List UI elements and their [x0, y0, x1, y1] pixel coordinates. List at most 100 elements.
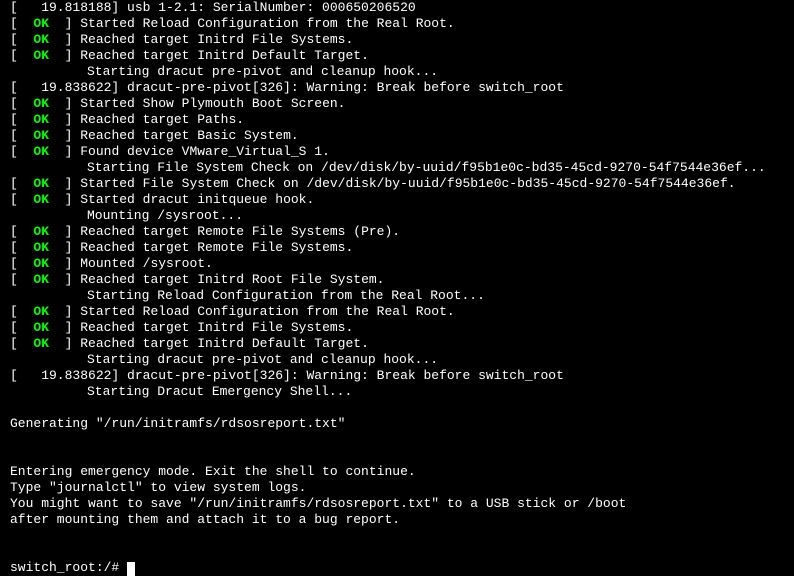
boot-line: Type "journalctl" to view system logs.: [10, 480, 784, 496]
status-ok: OK: [33, 304, 49, 320]
status-ok: OK: [33, 48, 49, 64]
status-bracket-open: [: [10, 336, 33, 352]
status-ok: OK: [33, 176, 49, 192]
boot-line: [ OK ] Reached target Basic System.: [10, 128, 784, 144]
boot-line: Starting Reload Configuration from the R…: [10, 288, 784, 304]
status-bracket-open: [: [10, 16, 33, 32]
status-bracket-open: [: [10, 272, 33, 288]
boot-line: Generating "/run/initramfs/rdsosreport.t…: [10, 416, 784, 432]
boot-message: Starting dracut pre-pivot and cleanup ho…: [87, 64, 438, 80]
status-bracket-close: ]: [49, 16, 80, 32]
status-ok: OK: [33, 112, 49, 128]
boot-line: [10, 528, 784, 544]
status-ok: OK: [33, 336, 49, 352]
status-bracket-open: [: [10, 96, 33, 112]
boot-line: [ 19.838622] dracut-pre-pivot[326]: Warn…: [10, 80, 784, 96]
boot-line: Entering emergency mode. Exit the shell …: [10, 464, 784, 480]
boot-message: Reached target Paths.: [80, 112, 244, 128]
status-bracket-close: ]: [49, 304, 80, 320]
boot-line: Starting Dracut Emergency Shell...: [10, 384, 784, 400]
status-ok: OK: [33, 96, 49, 112]
status-bracket-open: [: [10, 176, 33, 192]
boot-line: [ 19.818188] usb 1-2.1: SerialNumber: 00…: [10, 0, 784, 16]
boot-message: Started dracut initqueue hook.: [80, 192, 314, 208]
boot-line: [ OK ] Reached target Paths.: [10, 112, 784, 128]
status-bracket-close: ]: [49, 256, 80, 272]
status-bracket-close: ]: [49, 96, 80, 112]
boot-message: Reached target Initrd File Systems.: [80, 320, 353, 336]
boot-message: Starting Reload Configuration from the R…: [87, 288, 485, 304]
status-bracket-close: ]: [49, 224, 80, 240]
boot-message: Reached target Initrd Default Target.: [80, 48, 369, 64]
shell-prompt-line[interactable]: switch_root:/#: [10, 560, 784, 576]
status-ok: OK: [33, 32, 49, 48]
boot-line: [ 19.838622] dracut-pre-pivot[326]: Warn…: [10, 368, 784, 384]
status-bracket-open: [: [10, 112, 33, 128]
status-ok: OK: [33, 128, 49, 144]
boot-line: Starting dracut pre-pivot and cleanup ho…: [10, 64, 784, 80]
kernel-timestamp-line: [ 19.818188] usb 1-2.1: SerialNumber: 00…: [10, 0, 416, 16]
boot-message: Started Reload Configuration from the Re…: [80, 16, 454, 32]
boot-line: [10, 400, 784, 416]
boot-terminal: [ 19.818188] usb 1-2.1: SerialNumber: 00…: [0, 0, 794, 576]
boot-message: Found device VMware_Virtual_S 1.: [80, 144, 330, 160]
status-bracket-close: ]: [49, 112, 80, 128]
boot-message: Started File System Check on /dev/disk/b…: [80, 176, 735, 192]
status-bracket-close: ]: [49, 192, 80, 208]
status-bracket-close: ]: [49, 48, 80, 64]
boot-line: [10, 432, 784, 448]
boot-line: [10, 448, 784, 464]
boot-line: [ OK ] Found device VMware_Virtual_S 1.: [10, 144, 784, 160]
boot-message: Starting File System Check on /dev/disk/…: [87, 160, 766, 176]
status-ok: OK: [33, 192, 49, 208]
status-bracket-open: [: [10, 32, 33, 48]
status-bracket-close: ]: [49, 336, 80, 352]
boot-line: after mounting them and attach it to a b…: [10, 512, 784, 528]
boot-line: [ OK ] Started Reload Configuration from…: [10, 304, 784, 320]
status-bracket-close: ]: [49, 144, 80, 160]
status-bracket-open: [: [10, 240, 33, 256]
boot-message: Reached target Initrd Default Target.: [80, 336, 369, 352]
boot-line: [ OK ] Started Reload Configuration from…: [10, 16, 784, 32]
boot-message: Starting Dracut Emergency Shell...: [87, 384, 352, 400]
status-ok: OK: [33, 224, 49, 240]
status-bracket-close: ]: [49, 320, 80, 336]
boot-message: Started Show Plymouth Boot Screen.: [80, 96, 345, 112]
status-bracket-close: ]: [49, 176, 80, 192]
cursor-icon: [127, 562, 135, 576]
status-ok: OK: [33, 144, 49, 160]
status-bracket-open: [: [10, 224, 33, 240]
plain-message: Generating "/run/initramfs/rdsosreport.t…: [10, 416, 345, 432]
boot-message: Reached target Initrd File Systems.: [80, 32, 353, 48]
boot-message: Started Reload Configuration from the Re…: [80, 304, 454, 320]
boot-line: [ OK ] Reached target Initrd File System…: [10, 32, 784, 48]
plain-message: Entering emergency mode. Exit the shell …: [10, 464, 416, 480]
status-bracket-close: ]: [49, 128, 80, 144]
boot-line: [10, 544, 784, 560]
status-bracket-open: [: [10, 128, 33, 144]
boot-line: [ OK ] Reached target Remote File System…: [10, 224, 784, 240]
status-bracket-open: [: [10, 48, 33, 64]
boot-line: [ OK ] Mounted /sysroot.: [10, 256, 784, 272]
boot-line: [ OK ] Reached target Initrd File System…: [10, 320, 784, 336]
status-bracket-close: ]: [49, 272, 80, 288]
boot-line: Starting File System Check on /dev/disk/…: [10, 160, 784, 176]
boot-message: Starting dracut pre-pivot and cleanup ho…: [87, 352, 438, 368]
status-ok: OK: [33, 320, 49, 336]
boot-line: [ OK ] Started dracut initqueue hook.: [10, 192, 784, 208]
boot-line: [ OK ] Reached target Initrd Default Tar…: [10, 336, 784, 352]
boot-line: Starting dracut pre-pivot and cleanup ho…: [10, 352, 784, 368]
plain-message: Type "journalctl" to view system logs.: [10, 480, 306, 496]
boot-line: [ OK ] Started Show Plymouth Boot Screen…: [10, 96, 784, 112]
kernel-timestamp-line: [ 19.838622] dracut-pre-pivot[326]: Warn…: [10, 368, 564, 384]
boot-message: Mounting /sysroot...: [87, 208, 243, 224]
boot-message: Mounted /sysroot.: [80, 256, 213, 272]
boot-message: Reached target Remote File Systems (Pre)…: [80, 224, 400, 240]
boot-line: Mounting /sysroot...: [10, 208, 784, 224]
status-ok: OK: [33, 256, 49, 272]
boot-line: [ OK ] Reached target Initrd Default Tar…: [10, 48, 784, 64]
kernel-timestamp-line: [ 19.838622] dracut-pre-pivot[326]: Warn…: [10, 80, 564, 96]
status-bracket-open: [: [10, 320, 33, 336]
status-bracket-close: ]: [49, 240, 80, 256]
status-bracket-open: [: [10, 256, 33, 272]
